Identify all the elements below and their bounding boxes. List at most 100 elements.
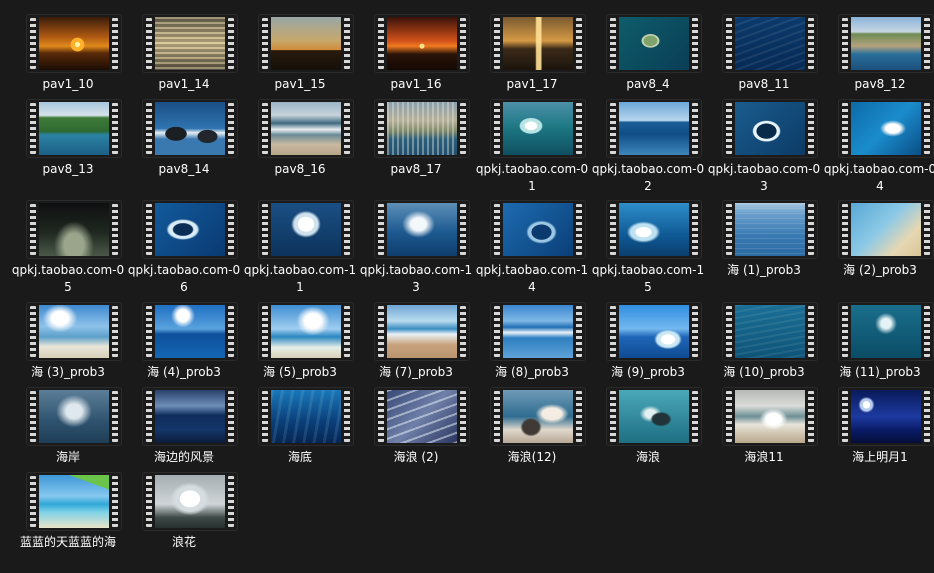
film-perforation [494,18,500,69]
file-name[interactable]: qpkj.taobao.com-11 [242,262,358,296]
video-thumbnail[interactable] [491,201,585,258]
file-name[interactable]: pav1_15 [242,76,358,93]
video-thumbnail[interactable] [375,201,469,258]
file-name[interactable]: 海 (5)_prob3 [242,364,358,381]
film-perforation [112,18,118,69]
video-thumbnail[interactable] [839,388,933,445]
film-perforation [842,204,848,255]
file-name[interactable]: pav1_16 [358,76,474,93]
video-thumbnail[interactable] [259,201,353,258]
file-name[interactable]: 海浪 [590,449,706,466]
video-thumbnail[interactable] [375,15,469,72]
video-thumbnail[interactable] [259,100,353,157]
thumbnail-image [271,305,341,358]
file-name[interactable]: qpkj.taobao.com-06 [126,262,242,296]
video-thumbnail[interactable] [143,303,237,360]
video-thumbnail[interactable] [491,15,585,72]
file-name[interactable]: 海浪11 [706,449,822,466]
video-thumbnail[interactable] [723,388,817,445]
file-name[interactable]: 海浪(12) [474,449,590,466]
file-name[interactable]: qpkj.taobao.com-15 [590,262,706,296]
film-perforation [460,391,466,442]
video-thumbnail[interactable] [375,100,469,157]
thumbnail-image [851,390,921,443]
file-name[interactable]: pav8_13 [10,161,126,178]
video-thumbnail[interactable] [27,15,121,72]
file-name[interactable]: qpkj.taobao.com-02 [590,161,706,195]
video-thumbnail[interactable] [839,100,933,157]
video-thumbnail[interactable] [27,201,121,258]
video-thumbnail[interactable] [723,201,817,258]
video-thumbnail[interactable] [491,388,585,445]
file-name[interactable]: 海 (4)_prob3 [126,364,242,381]
file-name[interactable]: qpkj.taobao.com-01 [474,161,590,195]
file-name[interactable]: pav8_4 [590,76,706,93]
video-thumbnail[interactable] [27,388,121,445]
file-name[interactable]: 海边的风景 [126,449,242,466]
film-perforation [146,18,152,69]
video-thumbnail[interactable] [27,473,121,530]
video-thumbnail[interactable] [839,201,933,258]
file-name[interactable]: 海底 [242,449,358,466]
video-thumbnail[interactable] [839,15,933,72]
video-thumbnail[interactable] [491,303,585,360]
file-name[interactable]: 海 (11)_prob3 [822,364,934,381]
file-name[interactable]: 海浪 (2) [358,449,474,466]
video-thumbnail[interactable] [259,303,353,360]
film-perforation [30,391,36,442]
file-name[interactable]: qpkj.taobao.com-05 [10,262,126,296]
thumbnail-image [387,203,457,256]
file-name[interactable]: 海 (10)_prob3 [706,364,822,381]
video-thumbnail[interactable] [375,388,469,445]
thumbnail-image [271,17,341,70]
file-name[interactable]: qpkj.taobao.com-14 [474,262,590,296]
file-name[interactable]: 海 (8)_prob3 [474,364,590,381]
video-thumbnail[interactable] [607,15,701,72]
video-thumbnail[interactable] [259,388,353,445]
file-name[interactable]: pav1_10 [10,76,126,93]
file-name[interactable]: 海 (9)_prob3 [590,364,706,381]
video-thumbnail[interactable] [375,303,469,360]
video-thumbnail[interactable] [143,100,237,157]
file-name[interactable]: pav1_14 [126,76,242,93]
file-name[interactable]: 海岸 [10,449,126,466]
video-thumbnail[interactable] [607,100,701,157]
file-name[interactable]: 海 (2)_prob3 [822,262,934,279]
file-name[interactable]: 海 (1)_prob3 [706,262,822,279]
file-name[interactable]: pav8_14 [126,161,242,178]
thumbnail-image [271,102,341,155]
video-thumbnail[interactable] [143,388,237,445]
file-name[interactable]: 浪花 [126,534,242,551]
file-name[interactable]: 海 (7)_prob3 [358,364,474,381]
video-thumbnail[interactable] [723,100,817,157]
film-perforation [262,18,268,69]
file-name[interactable]: 海 (3)_prob3 [10,364,126,381]
file-name[interactable]: qpkj.taobao.com-13 [358,262,474,296]
video-thumbnail[interactable] [723,15,817,72]
file-name[interactable]: 海上明月1 [822,449,934,466]
video-thumbnail[interactable] [607,201,701,258]
video-thumbnail[interactable] [143,201,237,258]
file-name[interactable]: 蓝蓝的天蓝蓝的海 [10,534,126,551]
file-name[interactable]: pav8_11 [706,76,822,93]
video-thumbnail[interactable] [259,15,353,72]
video-thumbnail[interactable] [143,15,237,72]
video-thumbnail[interactable] [607,388,701,445]
file-name[interactable]: pav8_16 [242,161,358,178]
video-thumbnail[interactable] [143,473,237,530]
video-thumbnail[interactable] [27,303,121,360]
file-name[interactable]: pav1_17 [474,76,590,93]
file-name[interactable]: pav8_12 [822,76,934,93]
video-thumbnail[interactable] [607,303,701,360]
video-thumbnail[interactable] [491,100,585,157]
file-name[interactable]: pav8_17 [358,161,474,178]
file-name[interactable]: qpkj.taobao.com-03 [706,161,822,195]
video-thumbnail[interactable] [723,303,817,360]
video-thumbnail[interactable] [839,303,933,360]
video-thumbnail[interactable] [27,100,121,157]
file-name[interactable]: qpkj.taobao.com-04 [822,161,934,195]
film-perforation [692,103,698,154]
film-perforation [726,103,732,154]
film-perforation [494,204,500,255]
film-perforation [924,306,930,357]
